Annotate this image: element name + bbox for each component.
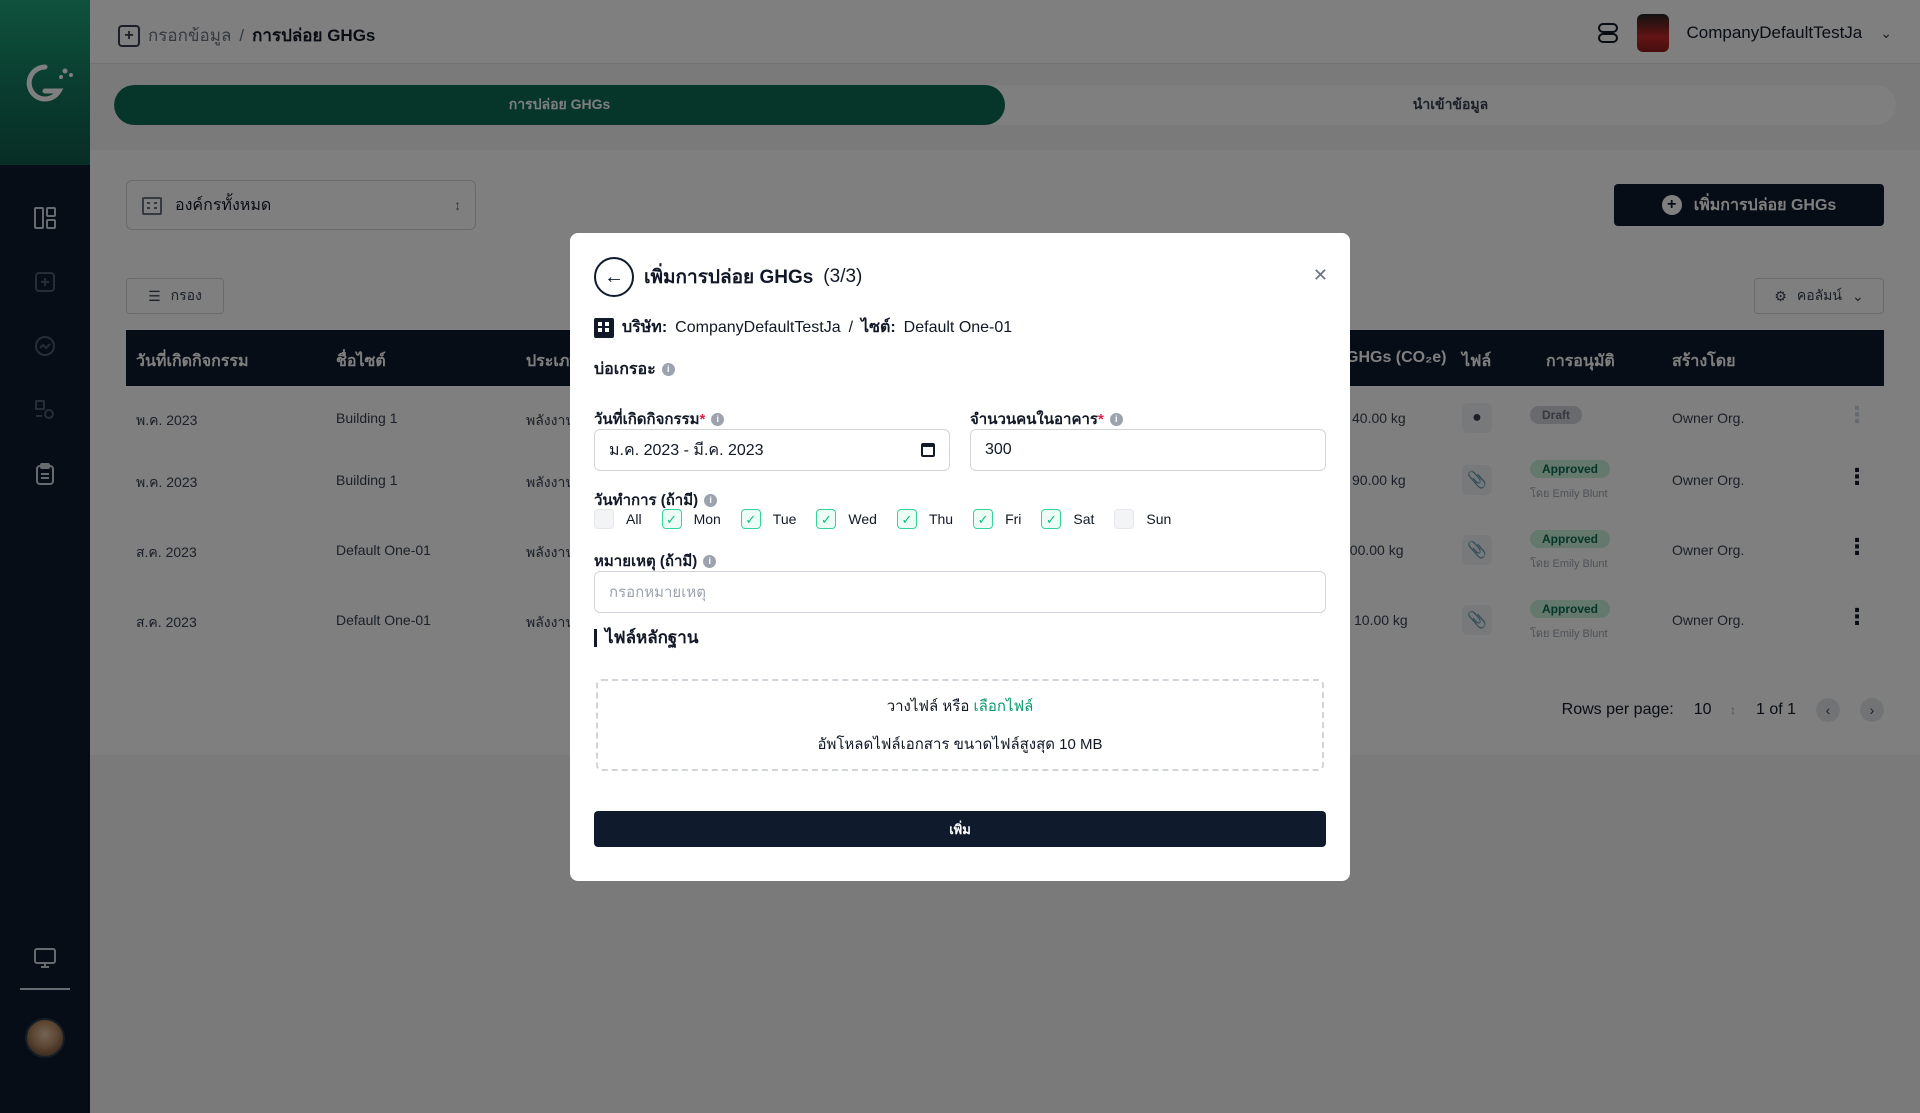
day-all[interactable]: All xyxy=(594,509,642,529)
day-sat[interactable]: ✓ Sat xyxy=(1041,509,1094,529)
close-icon[interactable]: ✕ xyxy=(1313,265,1328,286)
day-label: Wed xyxy=(848,511,877,527)
info-icon[interactable]: i xyxy=(661,363,675,376)
section-title-text: บ่อเกรอะ xyxy=(594,361,656,378)
people-count-value: 300 xyxy=(985,441,1012,458)
add-ghg-modal: ← เพิ่มการปล่อย GHGs (3/3) ✕ บริษัท: Com… xyxy=(570,233,1350,881)
note-label: หมายเหตุ (ถ้ามี) i xyxy=(594,549,717,573)
calendar-icon[interactable] xyxy=(921,443,935,457)
company-site-line: บริษัท: CompanyDefaultTestJa / ไซต์: Def… xyxy=(594,315,1012,340)
section-title: บ่อเกรอะ i xyxy=(594,357,675,382)
checkbox-checked[interactable]: ✓ xyxy=(740,509,761,529)
info-icon[interactable]: i xyxy=(1109,412,1123,426)
note-input[interactable]: กรอกหมายเหตุ xyxy=(594,571,1326,613)
checkbox-checked[interactable]: ✓ xyxy=(661,509,682,529)
date-range-value: ม.ค. 2023 - มี.ค. 2023 xyxy=(609,441,764,459)
workdays-checkbox-group: All ✓ Mon ✓ Tue ✓ Wed ✓ Thu ✓ Fri ✓ Sat Sun xyxy=(594,509,1179,529)
day-label: Mon xyxy=(693,511,721,527)
checkbox-checked[interactable]: ✓ xyxy=(973,509,994,529)
site-label: ไซต์: xyxy=(861,319,896,336)
checkbox-checked[interactable]: ✓ xyxy=(816,509,837,529)
file-dropzone[interactable]: วางไฟล์ หรือ เลือกไฟล์ อัพโหลดไฟล์เอกสาร… xyxy=(596,679,1324,771)
checkbox[interactable] xyxy=(594,509,614,529)
dropzone-text-line: วางไฟล์ หรือ เลือกไฟล์ xyxy=(887,694,1034,718)
day-label: Thu xyxy=(928,511,954,527)
building-icon xyxy=(594,317,614,338)
required-mark: * xyxy=(1097,411,1104,428)
day-mon[interactable]: ✓ Mon xyxy=(661,509,721,529)
day-label: Sun xyxy=(1146,511,1172,527)
dropzone-text: วางไฟล์ หรือ xyxy=(886,698,970,715)
checkbox-checked[interactable]: ✓ xyxy=(896,509,917,529)
day-tue[interactable]: ✓ Tue xyxy=(740,509,797,529)
day-sun[interactable]: Sun xyxy=(1114,509,1171,529)
day-label: Sat xyxy=(1073,511,1095,527)
back-arrow-icon[interactable]: ← xyxy=(594,257,634,297)
required-mark: * xyxy=(699,411,706,428)
info-icon[interactable]: i xyxy=(704,493,718,507)
day-label: All xyxy=(626,511,642,527)
day-wed[interactable]: ✓ Wed xyxy=(816,509,877,529)
checkbox[interactable] xyxy=(1114,509,1135,529)
day-thu[interactable]: ✓ Thu xyxy=(896,509,954,529)
dropzone-hint: อัพโหลดไฟล์เอกสาร ขนาดไฟล์สูงสุด 10 MB xyxy=(817,736,1103,753)
modal-step: (3/3) xyxy=(823,266,863,287)
people-label-text: จำนวนคนในอาคาร xyxy=(970,411,1098,428)
company-value: CompanyDefaultTestJa xyxy=(675,318,841,336)
info-icon[interactable]: i xyxy=(703,554,717,568)
day-fri[interactable]: ✓ Fri xyxy=(973,509,1021,529)
note-label-text: หมายเหตุ (ถ้ามี) xyxy=(594,553,698,570)
company-label: บริษัท: xyxy=(622,319,668,336)
info-icon[interactable]: i xyxy=(711,412,725,426)
date-label-text: วันที่เกิดกิจกรรม xyxy=(594,411,700,428)
date-label: วันที่เกิดกิจกรรม* i xyxy=(594,407,725,431)
separator: / xyxy=(848,318,854,336)
site-value: Default One-01 xyxy=(903,318,1013,336)
people-label: จำนวนคนในอาคาร* i xyxy=(970,407,1123,431)
day-label: Tue xyxy=(772,511,797,527)
day-label: Fri xyxy=(1005,511,1022,527)
submit-button[interactable]: เพิ่ม xyxy=(594,811,1326,847)
people-count-input[interactable]: 300 xyxy=(970,429,1326,471)
date-range-input[interactable]: ม.ค. 2023 - มี.ค. 2023 xyxy=(594,429,950,471)
evidence-title: ไฟล์หลักฐาน xyxy=(594,629,698,647)
checkbox-checked[interactable]: ✓ xyxy=(1041,509,1062,529)
choose-file-link[interactable]: เลือกไฟล์ xyxy=(974,698,1034,715)
modal-header: ← เพิ่มการปล่อย GHGs (3/3) xyxy=(594,257,862,297)
note-placeholder: กรอกหมายเหตุ xyxy=(609,584,706,601)
modal-title: เพิ่มการปล่อย GHGs xyxy=(644,267,814,288)
